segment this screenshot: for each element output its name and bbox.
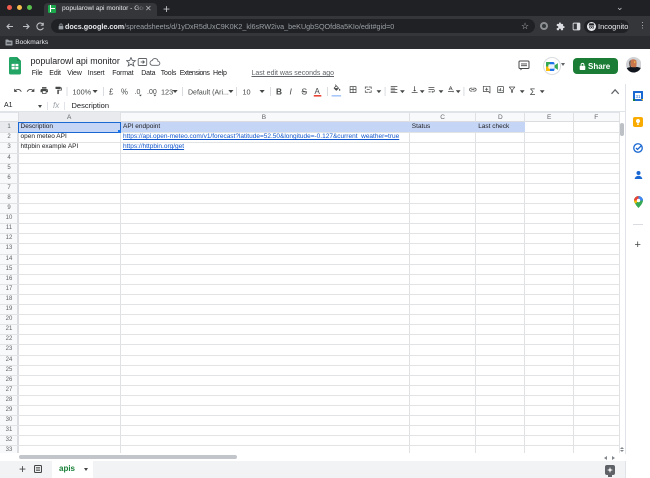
svg-text:Σ: Σ (530, 87, 536, 97)
svg-text:10: 10 (243, 87, 251, 96)
svg-text:I: I (290, 87, 293, 97)
svg-text:123: 123 (161, 87, 173, 96)
svg-text:100%: 100% (73, 87, 92, 96)
svg-text:A: A (315, 87, 321, 96)
svg-text:£: £ (109, 88, 114, 97)
svg-text:S: S (302, 87, 308, 97)
svg-text:B: B (276, 87, 282, 97)
svg-text:%: % (121, 88, 128, 97)
svg-text:Default (Ari...: Default (Ari... (188, 89, 229, 96)
svg-text:31: 31 (635, 93, 641, 98)
